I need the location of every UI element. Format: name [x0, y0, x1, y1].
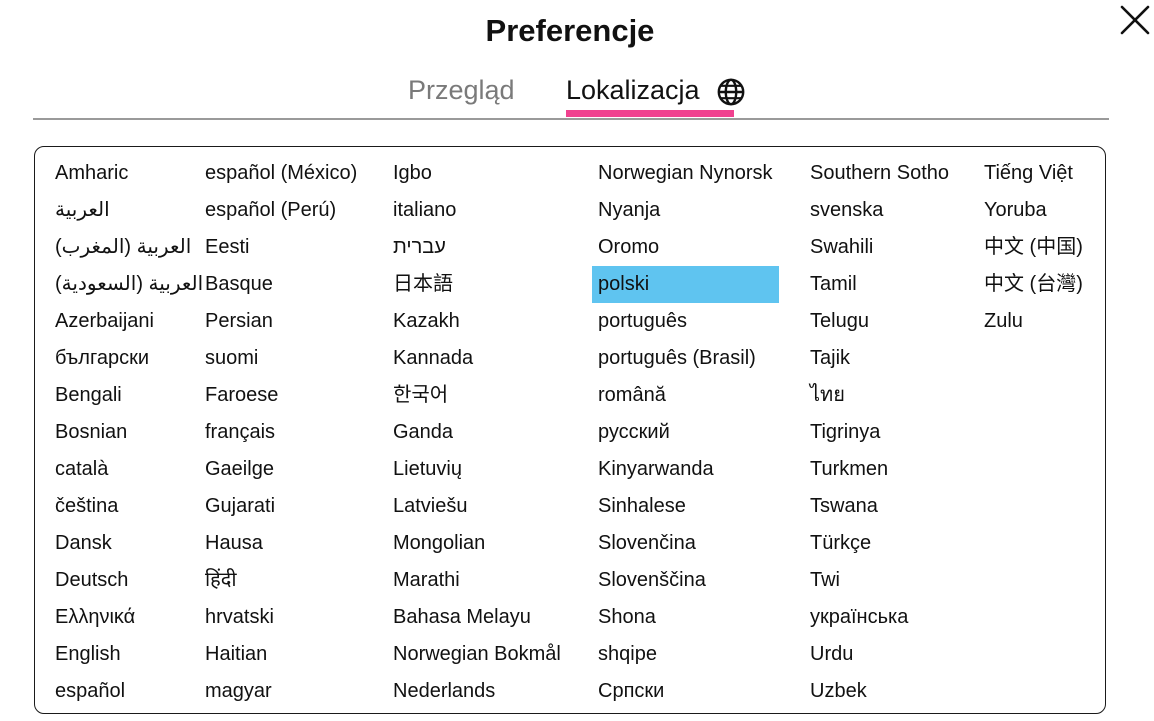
- language-option[interactable]: español: [49, 673, 209, 710]
- language-option[interactable]: Gujarati: [199, 488, 363, 525]
- language-option[interactable]: Latviešu: [387, 488, 567, 525]
- language-option[interactable]: Norwegian Nynorsk: [592, 155, 779, 192]
- language-column-2: español (México) español (Perú) Eesti Basqu…: [205, 155, 363, 710]
- language-option[interactable]: Turkmen: [804, 451, 955, 488]
- language-option[interactable]: Sinhalese: [592, 488, 779, 525]
- tab-overview[interactable]: Przegląd: [408, 70, 515, 118]
- language-option[interactable]: Azerbaijani: [49, 303, 209, 340]
- language-option[interactable]: 한국어: [387, 377, 567, 414]
- language-option[interactable]: magyar: [199, 673, 363, 710]
- language-option[interactable]: العربية: [49, 192, 209, 229]
- language-option[interactable]: Faroese: [199, 377, 363, 414]
- language-column-4: Norwegian Nynorsk Nyanja Oromo polski portug…: [592, 155, 779, 710]
- tab-localization-label: Lokalizacja: [566, 75, 700, 105]
- language-option[interactable]: Tajik: [804, 340, 955, 377]
- language-option[interactable]: Southern Sotho: [804, 155, 955, 192]
- language-option[interactable]: русский: [592, 414, 779, 451]
- language-column-5: Southern Sotho svenska Swahili Tamil Telugu T…: [810, 155, 955, 710]
- language-column-6: Tiếng Việt Yoruba 中文 (中国) 中文 (台灣) Zulu: [984, 155, 1089, 340]
- language-option[interactable]: Twi: [804, 562, 955, 599]
- language-option[interactable]: Tamil: [804, 266, 955, 303]
- language-option[interactable]: Haitian: [199, 636, 363, 673]
- close-icon: [1120, 5, 1150, 35]
- dialog-title: Preferencje: [485, 13, 655, 48]
- language-option[interactable]: svenska: [804, 192, 955, 229]
- language-option[interactable]: español (México): [199, 155, 363, 192]
- language-option[interactable]: Eesti: [199, 229, 363, 266]
- language-option[interactable]: français: [199, 414, 363, 451]
- language-option[interactable]: Mongolian: [387, 525, 567, 562]
- preferences-dialog: Preferencje Przegląd Lokalizacja Amharic…: [0, 0, 1154, 721]
- language-option[interactable]: עברית: [387, 229, 567, 266]
- language-option[interactable]: Bahasa Melayu: [387, 599, 567, 636]
- language-option[interactable]: 中文 (台灣): [978, 266, 1089, 303]
- language-option[interactable]: Swahili: [804, 229, 955, 266]
- language-option[interactable]: Marathi: [387, 562, 567, 599]
- language-option-selected[interactable]: polski: [592, 266, 779, 303]
- language-option[interactable]: Shona: [592, 599, 779, 636]
- language-option[interactable]: English: [49, 636, 209, 673]
- language-option[interactable]: 日本語: [387, 266, 567, 303]
- language-option[interactable]: Persian: [199, 303, 363, 340]
- language-option[interactable]: Gaeilge: [199, 451, 363, 488]
- language-column-3: Igbo italiano עברית 日本語 Kazakh Kannada 한국어 Gand…: [393, 155, 567, 710]
- language-option[interactable]: Türkçe: [804, 525, 955, 562]
- language-option[interactable]: Telugu: [804, 303, 955, 340]
- language-option[interactable]: Lietuvių: [387, 451, 567, 488]
- language-option[interactable]: українська: [804, 599, 955, 636]
- tab-bar: Przegląd Lokalizacja: [0, 70, 1154, 120]
- language-option[interactable]: Amharic: [49, 155, 209, 192]
- language-option[interactable]: Tiếng Việt: [978, 155, 1089, 192]
- language-option[interactable]: Kannada: [387, 340, 567, 377]
- close-button[interactable]: [1118, 3, 1152, 37]
- language-option[interactable]: Bengali: [49, 377, 209, 414]
- language-option[interactable]: 中文 (中国): [978, 229, 1089, 266]
- language-option[interactable]: ไทย: [804, 377, 955, 414]
- language-option[interactable]: Yoruba: [978, 192, 1089, 229]
- language-option[interactable]: Nederlands: [387, 673, 567, 710]
- language-option[interactable]: português (Brasil): [592, 340, 779, 377]
- language-option[interactable]: Српски: [592, 673, 779, 710]
- language-option[interactable]: Hausa: [199, 525, 363, 562]
- language-option[interactable]: Bosnian: [49, 414, 209, 451]
- active-tab-indicator: [566, 110, 734, 117]
- language-option[interactable]: español (Perú): [199, 192, 363, 229]
- language-option[interactable]: Uzbek: [804, 673, 955, 710]
- language-option[interactable]: हिंदी: [199, 562, 363, 599]
- language-option[interactable]: Basque: [199, 266, 363, 303]
- language-option[interactable]: Tigrinya: [804, 414, 955, 451]
- language-option[interactable]: čeština: [49, 488, 209, 525]
- language-option[interactable]: Tswana: [804, 488, 955, 525]
- language-option[interactable]: Slovenščina: [592, 562, 779, 599]
- language-list: Amharic العربية العربية (المغرب) العربية (ا…: [34, 146, 1106, 714]
- language-option[interactable]: Slovenčina: [592, 525, 779, 562]
- language-option[interactable]: română: [592, 377, 779, 414]
- language-option[interactable]: Ganda: [387, 414, 567, 451]
- language-option[interactable]: italiano: [387, 192, 567, 229]
- language-option[interactable]: العربية (السعودية): [49, 266, 209, 303]
- language-column-1: Amharic العربية العربية (المغرب) العربية (ا…: [55, 155, 209, 710]
- language-option[interactable]: Nyanja: [592, 192, 779, 229]
- language-option[interactable]: Igbo: [387, 155, 567, 192]
- language-option[interactable]: Zulu: [978, 303, 1089, 340]
- language-option[interactable]: Norwegian Bokmål: [387, 636, 567, 673]
- tabs-divider: [33, 118, 1109, 120]
- language-option[interactable]: català: [49, 451, 209, 488]
- language-option[interactable]: Dansk: [49, 525, 209, 562]
- language-option[interactable]: Oromo: [592, 229, 779, 266]
- language-option[interactable]: suomi: [199, 340, 363, 377]
- language-option[interactable]: Deutsch: [49, 562, 209, 599]
- language-option[interactable]: português: [592, 303, 779, 340]
- language-option[interactable]: български: [49, 340, 209, 377]
- language-option[interactable]: Urdu: [804, 636, 955, 673]
- language-option[interactable]: hrvatski: [199, 599, 363, 636]
- language-option[interactable]: Kazakh: [387, 303, 567, 340]
- language-option[interactable]: Kinyarwanda: [592, 451, 779, 488]
- language-option[interactable]: shqipe: [592, 636, 779, 673]
- language-option[interactable]: Ελληνικά: [49, 599, 209, 636]
- language-option[interactable]: العربية (المغرب): [49, 229, 209, 266]
